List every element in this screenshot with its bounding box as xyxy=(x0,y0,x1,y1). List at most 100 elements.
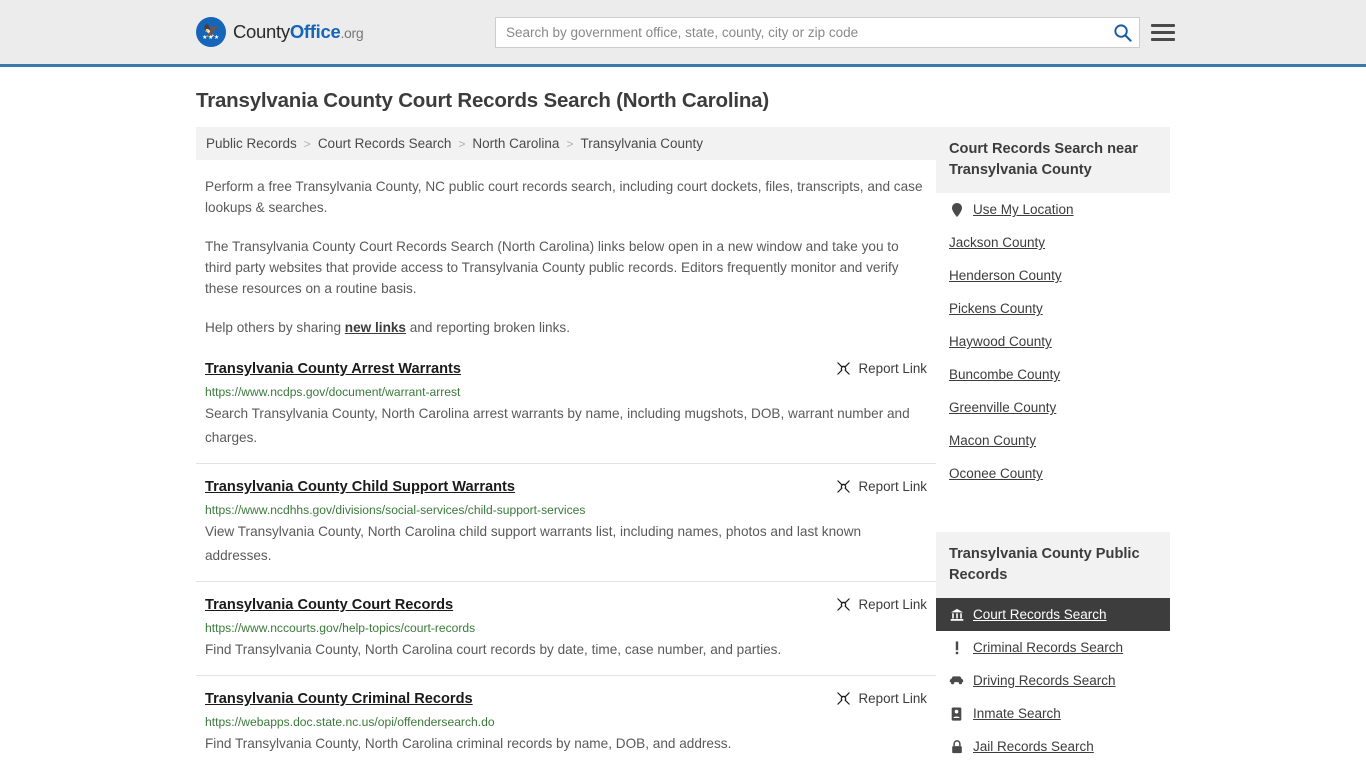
result-description: View Transylvania County, North Carolina… xyxy=(205,524,862,563)
page-content: Transylvania County Court Records Search… xyxy=(0,89,1366,768)
sidebar-item-label: Criminal Records Search xyxy=(973,640,1124,655)
nearby-county-list: Use My Location Jackson County Henderson… xyxy=(936,193,1170,490)
result-url: https://www.ncdps.gov/document/warrant-a… xyxy=(205,385,461,399)
result-description: Search Transylvania County, North Caroli… xyxy=(205,406,910,445)
breadcrumb: Public Records > Court Records Search > … xyxy=(196,127,936,160)
broken-link-icon xyxy=(836,598,850,611)
site-logo[interactable]: 🦅 ★★★ CountyOffice.org xyxy=(196,17,364,47)
results-list: Transylvania County Arrest Warrants Repo… xyxy=(196,360,936,768)
sidebar-item-pickens-county[interactable]: Pickens County xyxy=(936,292,1170,325)
new-links-link[interactable]: new links xyxy=(345,320,406,335)
sidebar-item-label: Inmate Search xyxy=(973,706,1061,721)
result-description: Find Transylvania County, North Carolina… xyxy=(205,736,732,751)
sidebar-item-henderson-county[interactable]: Henderson County xyxy=(936,259,1170,292)
search-button[interactable] xyxy=(1105,18,1139,47)
sidebar-item-court-records-search[interactable]: Court Records Search xyxy=(936,598,1170,631)
result-title-link[interactable]: Transylvania County Arrest Warrants xyxy=(205,360,461,379)
breadcrumb-item-court-records-search[interactable]: Court Records Search xyxy=(318,136,452,151)
site-header: 🦅 ★★★ CountyOffice.org xyxy=(0,0,1366,67)
sidebar-item-label: Pickens County xyxy=(949,301,1043,316)
report-link-button[interactable]: Report Link xyxy=(836,596,927,612)
report-link-label: Report Link xyxy=(858,361,927,376)
sidebar-item-label: Macon County xyxy=(949,433,1037,448)
intro-paragraph-1: Perform a free Transylvania County, NC p… xyxy=(205,179,923,215)
sidebar-item-oconee-county[interactable]: Oconee County xyxy=(936,457,1170,490)
report-link-button[interactable]: Report Link xyxy=(836,690,927,706)
lock-icon xyxy=(949,739,964,754)
report-link-label: Report Link xyxy=(858,691,927,706)
breadcrumb-separator: > xyxy=(566,136,574,151)
sidebar-item-label: Oconee County xyxy=(949,466,1043,481)
result-row: Transylvania County Criminal Records Rep… xyxy=(196,676,936,768)
sidebar-item-label: Greenville County xyxy=(949,400,1057,415)
eagle-shield-logo-icon: 🦅 ★★★ xyxy=(196,17,226,47)
breadcrumb-separator: > xyxy=(303,136,311,151)
logo-text-org: .org xyxy=(340,25,364,41)
breadcrumb-item-public-records[interactable]: Public Records xyxy=(206,136,297,151)
result-url: https://www.nccourts.gov/help-topics/cou… xyxy=(205,621,476,635)
sidebar-item-label: Haywood County xyxy=(949,334,1052,349)
intro-help-line: Help others by sharing new links and rep… xyxy=(205,317,927,338)
hamburger-menu-icon[interactable] xyxy=(1151,23,1175,41)
search-box[interactable] xyxy=(495,16,1140,48)
public-records-panel-heading: Transylvania County Public Records xyxy=(936,532,1170,598)
result-url: https://www.ncdhhs.gov/divisions/social-… xyxy=(205,503,586,517)
report-link-label: Report Link xyxy=(858,597,927,612)
intro-section: Perform a free Transylvania County, NC p… xyxy=(196,176,936,338)
sidebar-item-jackson-county[interactable]: Jackson County xyxy=(936,226,1170,259)
sidebar-item-driving-records-search[interactable]: Driving Records Search xyxy=(936,664,1170,697)
sidebar-item-label: Jail Records Search xyxy=(973,739,1094,754)
breadcrumb-item-north-carolina[interactable]: North Carolina xyxy=(472,136,559,151)
sidebar-item-jail-records-search[interactable]: Jail Records Search xyxy=(936,730,1170,763)
sidebar-item-label: Jackson County xyxy=(949,235,1046,250)
broken-link-icon xyxy=(836,480,850,493)
sidebar-item-macon-county[interactable]: Macon County xyxy=(936,424,1170,457)
sidebar-item-use-my-location[interactable]: Use My Location xyxy=(936,193,1170,226)
sidebar-item-label: Henderson County xyxy=(949,268,1062,283)
logo-text-office: Office xyxy=(289,21,341,42)
exclamation-icon xyxy=(949,640,964,655)
breadcrumb-separator: > xyxy=(458,136,466,151)
sidebar-item-criminal-records-search[interactable]: Criminal Records Search xyxy=(936,631,1170,664)
logo-text-county: County xyxy=(233,21,290,42)
result-description: Find Transylvania County, North Carolina… xyxy=(205,642,782,657)
help-prefix: Help others by sharing xyxy=(205,320,345,335)
result-title-link[interactable]: Transylvania County Court Records xyxy=(205,596,453,615)
nearby-searches-panel: Court Records Search near Transylvania C… xyxy=(936,127,1170,490)
public-records-panel: Transylvania County Public Records Court… xyxy=(936,532,1170,763)
broken-link-icon xyxy=(836,362,850,375)
sidebar-item-label: Driving Records Search xyxy=(973,673,1116,688)
public-records-list: Court Records Search Criminal Records Se… xyxy=(936,598,1170,763)
logo-text: CountyOffice.org xyxy=(233,21,364,43)
id-badge-icon xyxy=(949,706,964,721)
sidebar: Court Records Search near Transylvania C… xyxy=(936,127,1170,763)
result-row: Transylvania County Arrest Warrants Repo… xyxy=(196,360,936,464)
intro-paragraph-2: The Transylvania County Court Records Se… xyxy=(205,239,899,296)
nearby-panel-heading: Court Records Search near Transylvania C… xyxy=(936,127,1170,193)
result-url: https://webapps.doc.state.nc.us/opi/offe… xyxy=(205,715,495,729)
report-link-button[interactable]: Report Link xyxy=(836,360,927,376)
sidebar-item-label: Buncombe County xyxy=(949,367,1061,382)
report-link-label: Report Link xyxy=(858,479,927,494)
report-link-button[interactable]: Report Link xyxy=(836,478,927,494)
main-column: Public Records > Court Records Search > … xyxy=(196,127,936,768)
search-input[interactable] xyxy=(496,17,1105,47)
sidebar-item-inmate-search[interactable]: Inmate Search xyxy=(936,697,1170,730)
result-title-link[interactable]: Transylvania County Child Support Warran… xyxy=(205,478,515,497)
sidebar-item-buncombe-county[interactable]: Buncombe County xyxy=(936,358,1170,391)
result-row: Transylvania County Court Records Report… xyxy=(196,582,936,676)
sidebar-item-label: Court Records Search xyxy=(973,607,1107,622)
bank-building-icon xyxy=(949,608,964,622)
search-icon xyxy=(1113,23,1132,42)
sidebar-item-greenville-county[interactable]: Greenville County xyxy=(936,391,1170,424)
page-title: Transylvania County Court Records Search… xyxy=(196,89,769,112)
broken-link-icon xyxy=(836,692,850,705)
breadcrumb-item-transylvania-county[interactable]: Transylvania County xyxy=(580,136,703,151)
car-icon xyxy=(949,675,964,686)
map-pin-icon xyxy=(949,202,964,217)
result-row: Transylvania County Child Support Warran… xyxy=(196,464,936,582)
help-suffix: and reporting broken links. xyxy=(406,320,570,335)
sidebar-item-haywood-county[interactable]: Haywood County xyxy=(936,325,1170,358)
sidebar-item-label: Use My Location xyxy=(973,202,1074,217)
result-title-link[interactable]: Transylvania County Criminal Records xyxy=(205,690,473,709)
